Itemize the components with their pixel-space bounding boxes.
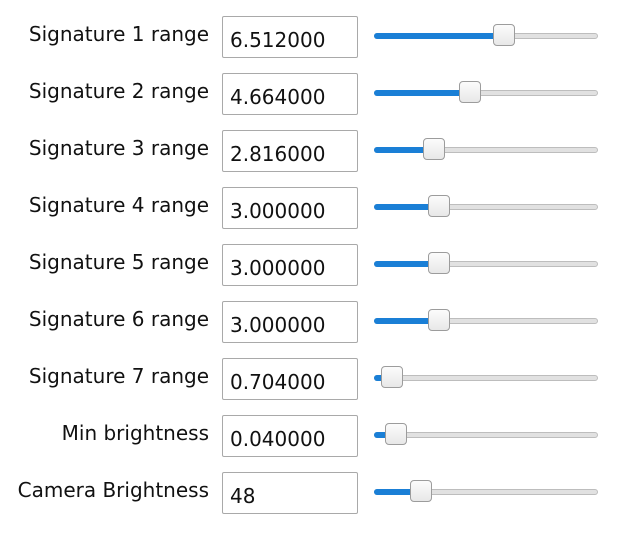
signature-1-range-field[interactable]	[222, 16, 358, 58]
signature-2-range-label: Signature 2 range	[28, 79, 209, 103]
signature-5-range-row: Signature 5 range	[0, 244, 629, 286]
signature-7-range-row: Signature 7 range	[0, 358, 629, 400]
signature-6-range-slider[interactable]	[374, 309, 598, 331]
signature-6-range-field[interactable]	[222, 301, 358, 343]
signature-5-range-label: Signature 5 range	[28, 250, 209, 274]
slider-fill	[374, 90, 470, 96]
signature-1-range-slider[interactable]	[374, 24, 598, 46]
signature-5-range-slider[interactable]	[374, 252, 598, 274]
signature-3-range-field[interactable]	[222, 130, 358, 172]
slider-thumb[interactable]	[493, 24, 515, 46]
signature-6-range-label: Signature 6 range	[28, 307, 209, 331]
signature-4-range-slider[interactable]	[374, 195, 598, 217]
signature-2-range-field[interactable]	[222, 73, 358, 115]
signature-3-range-label: Signature 3 range	[28, 136, 209, 160]
min-brightness-slider[interactable]	[374, 423, 598, 445]
signature-2-range-slider[interactable]	[374, 81, 598, 103]
camera-brightness-field[interactable]	[222, 472, 358, 514]
signature-1-range-row: Signature 1 range	[0, 16, 629, 58]
slider-track	[374, 375, 598, 381]
slider-thumb[interactable]	[423, 138, 445, 160]
min-brightness-field[interactable]	[222, 415, 358, 457]
signature-1-range-label: Signature 1 range	[28, 22, 209, 46]
slider-thumb[interactable]	[428, 309, 450, 331]
slider-thumb[interactable]	[459, 81, 481, 103]
min-brightness-label: Min brightness	[61, 421, 209, 445]
slider-track	[374, 432, 598, 438]
camera-brightness-row: Camera Brightness	[0, 472, 629, 514]
signature-3-range-row: Signature 3 range	[0, 130, 629, 172]
slider-fill	[374, 33, 504, 39]
signature-4-range-row: Signature 4 range	[0, 187, 629, 229]
min-brightness-row: Min brightness	[0, 415, 629, 457]
signature-5-range-field[interactable]	[222, 244, 358, 286]
slider-thumb[interactable]	[410, 480, 432, 502]
slider-thumb[interactable]	[428, 252, 450, 274]
camera-brightness-slider[interactable]	[374, 480, 598, 502]
signature-4-range-label: Signature 4 range	[28, 193, 209, 217]
slider-thumb[interactable]	[428, 195, 450, 217]
signature-7-range-field[interactable]	[222, 358, 358, 400]
slider-thumb[interactable]	[385, 423, 407, 445]
settings-panel: Signature 1 range Signature 2 range Sign…	[0, 0, 629, 535]
signature-7-range-slider[interactable]	[374, 366, 598, 388]
signature-2-range-row: Signature 2 range	[0, 73, 629, 115]
signature-4-range-field[interactable]	[222, 187, 358, 229]
signature-6-range-row: Signature 6 range	[0, 301, 629, 343]
signature-3-range-slider[interactable]	[374, 138, 598, 160]
slider-thumb[interactable]	[381, 366, 403, 388]
camera-brightness-label: Camera Brightness	[17, 478, 209, 502]
signature-7-range-label: Signature 7 range	[28, 364, 209, 388]
